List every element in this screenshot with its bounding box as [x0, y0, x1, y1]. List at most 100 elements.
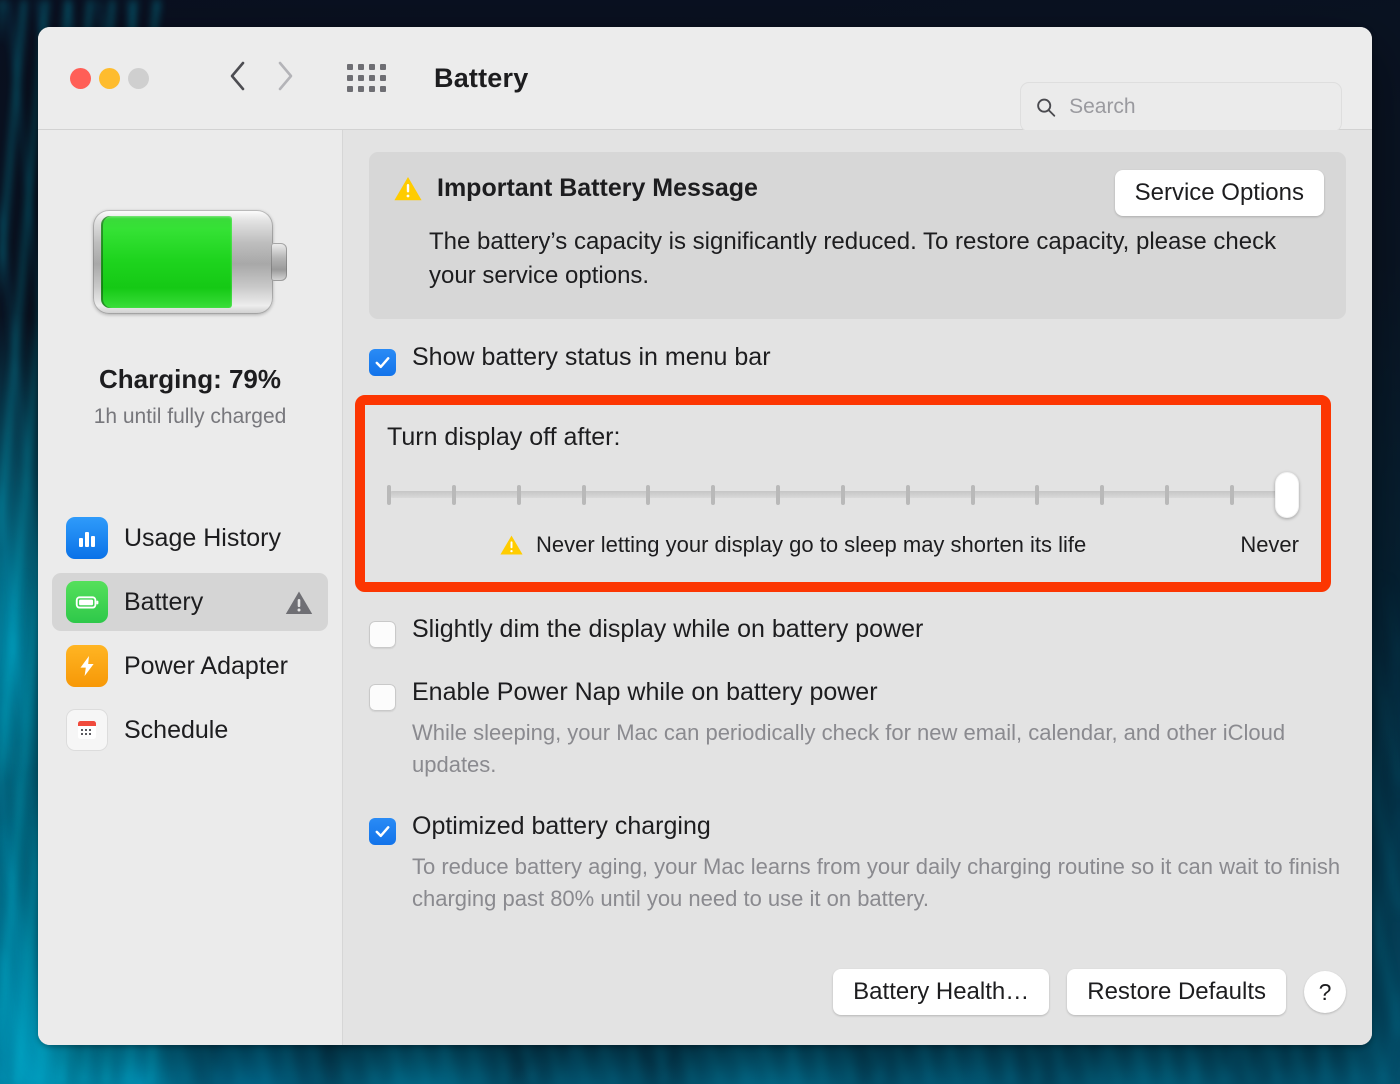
battery-fill — [101, 216, 233, 308]
grid-dot — [347, 86, 353, 92]
search-field[interactable] — [1020, 82, 1342, 132]
optimized-charging-checkbox[interactable] — [369, 817, 396, 845]
restore-defaults-button[interactable]: Restore Defaults — [1067, 969, 1286, 1015]
battery-glyph — [75, 596, 99, 609]
grid-dot — [347, 75, 353, 81]
battery-sidebar-icon — [66, 581, 108, 623]
show-battery-status-checkbox[interactable] — [369, 349, 396, 377]
page-title: Battery — [434, 62, 529, 93]
chevron-right-icon — [278, 61, 293, 90]
sidebar-item-schedule[interactable]: Schedule — [52, 701, 328, 759]
show-battery-status-label: Show battery status in menu bar — [412, 343, 771, 372]
slider-warning: Never letting your display go to sleep m… — [499, 532, 1086, 558]
display-sleep-slider[interactable] — [387, 472, 1299, 519]
power-nap-checkbox[interactable] — [369, 684, 396, 712]
calendar-glyph — [78, 721, 96, 739]
optimized-charging-row[interactable]: Optimized battery charging — [369, 812, 1346, 845]
window-toolbar: Battery — [38, 27, 1372, 132]
grid-apps-icon[interactable] — [347, 64, 386, 92]
zoom-button[interactable] — [128, 67, 149, 89]
grid-dot — [380, 64, 386, 70]
slider-tick — [1100, 485, 1105, 506]
slider-tick — [516, 485, 521, 506]
slider-tick — [1165, 485, 1170, 506]
slider-thumb[interactable] — [1275, 472, 1299, 519]
forward-button[interactable] — [275, 60, 295, 97]
slider-tick-marks — [387, 485, 1299, 506]
minimize-button[interactable] — [99, 67, 120, 89]
search-input[interactable] — [1069, 95, 1327, 119]
power-nap-row[interactable]: Enable Power Nap while on battery power — [369, 678, 1346, 712]
optimized-charging-label: Optimized battery charging — [412, 811, 711, 840]
slider-tick — [581, 485, 586, 506]
charge-subtitle: 1h until fully charged — [93, 405, 287, 428]
back-button[interactable] — [227, 60, 247, 97]
checkmark-icon — [375, 826, 390, 838]
grid-dot — [347, 64, 353, 70]
dim-display-checkbox[interactable] — [369, 621, 396, 649]
slider-tick — [776, 485, 781, 506]
slider-tick — [387, 485, 391, 506]
turn-display-off-label: Turn display off after: — [387, 423, 621, 452]
optimized-charging-description: To reduce battery aging, your Mac learns… — [412, 853, 1341, 911]
slider-tick — [1035, 485, 1040, 506]
grid-dot — [369, 75, 375, 81]
charge-status: Charging: 79% — [98, 364, 282, 394]
sidebar-item-label: Battery — [124, 587, 204, 616]
dim-display-row[interactable]: Slightly dim the display while on batter… — [369, 615, 1346, 649]
sidebar: Charging: 79% 1h until fully charged Usa… — [38, 130, 343, 1045]
dim-display-label: Slightly dim the display while on batter… — [412, 615, 924, 644]
grid-dot — [380, 86, 386, 92]
important-battery-message-card: Important Battery Message The battery’s … — [369, 152, 1346, 320]
bolt-glyph — [80, 656, 94, 676]
chevron-left-icon — [230, 61, 245, 90]
traffic-light-controls — [70, 67, 149, 89]
grid-dot — [369, 86, 375, 92]
warning-triangle-icon — [500, 535, 523, 555]
power-adapter-icon — [66, 645, 108, 687]
message-title: Important Battery Message — [437, 174, 758, 202]
slider-tick — [711, 485, 716, 506]
close-button[interactable] — [70, 67, 91, 89]
show-battery-status-row[interactable]: Show battery status in menu bar — [369, 343, 1346, 377]
grid-dot — [358, 86, 364, 92]
grid-dot — [358, 75, 364, 81]
checkmark-icon — [375, 357, 390, 369]
battery-terminal — [271, 243, 287, 281]
sidebar-item-battery[interactable]: Battery — [52, 573, 328, 631]
navigation-arrows — [227, 60, 295, 97]
sidebar-list: Usage History Battery Power Adapter Sche… — [38, 509, 342, 765]
battery-shell — [93, 210, 273, 314]
sidebar-item-usage-history[interactable]: Usage History — [52, 509, 328, 567]
warning-triangle-icon — [285, 591, 313, 614]
footer-buttons: Battery Health… Restore Defaults ? — [833, 969, 1346, 1015]
grid-dot — [369, 64, 375, 70]
grid-dot — [358, 64, 364, 70]
battery-icon — [93, 210, 287, 314]
display-sleep-highlight-box: Turn display off after: Never letting yo… — [355, 395, 1331, 593]
message-body: The battery’s capacity is significantly … — [429, 228, 1277, 290]
slider-warning-text: Never letting your display go to sleep m… — [536, 532, 1087, 558]
search-icon — [1037, 98, 1056, 117]
power-nap-description: While sleeping, your Mac can periodicall… — [412, 720, 1286, 778]
help-button[interactable]: ? — [1304, 971, 1346, 1013]
slider-value-label: Never — [1240, 532, 1299, 558]
slider-tick — [970, 485, 975, 506]
sidebar-item-label: Usage History — [124, 523, 281, 552]
desktop: Battery Charging: 79% 1 — [0, 0, 1400, 1084]
slider-tick — [646, 485, 651, 506]
slider-tick — [451, 485, 456, 506]
slider-footer: Never letting your display go to sleep m… — [387, 530, 1299, 560]
schedule-calendar-icon — [66, 709, 108, 751]
power-nap-label: Enable Power Nap while on battery power — [412, 678, 878, 707]
bar-chart-glyph — [79, 532, 95, 547]
service-options-button[interactable]: Service Options — [1114, 170, 1324, 216]
sidebar-item-power-adapter[interactable]: Power Adapter — [52, 637, 328, 695]
battery-preferences-window: Battery Charging: 79% 1 — [38, 27, 1372, 1045]
battery-health-button[interactable]: Battery Health… — [833, 969, 1050, 1015]
main-pane: Important Battery Message The battery’s … — [343, 130, 1372, 1045]
sidebar-item-label: Power Adapter — [124, 651, 288, 680]
slider-tick — [905, 485, 910, 506]
slider-tick — [840, 485, 845, 506]
usage-history-icon — [66, 517, 108, 559]
